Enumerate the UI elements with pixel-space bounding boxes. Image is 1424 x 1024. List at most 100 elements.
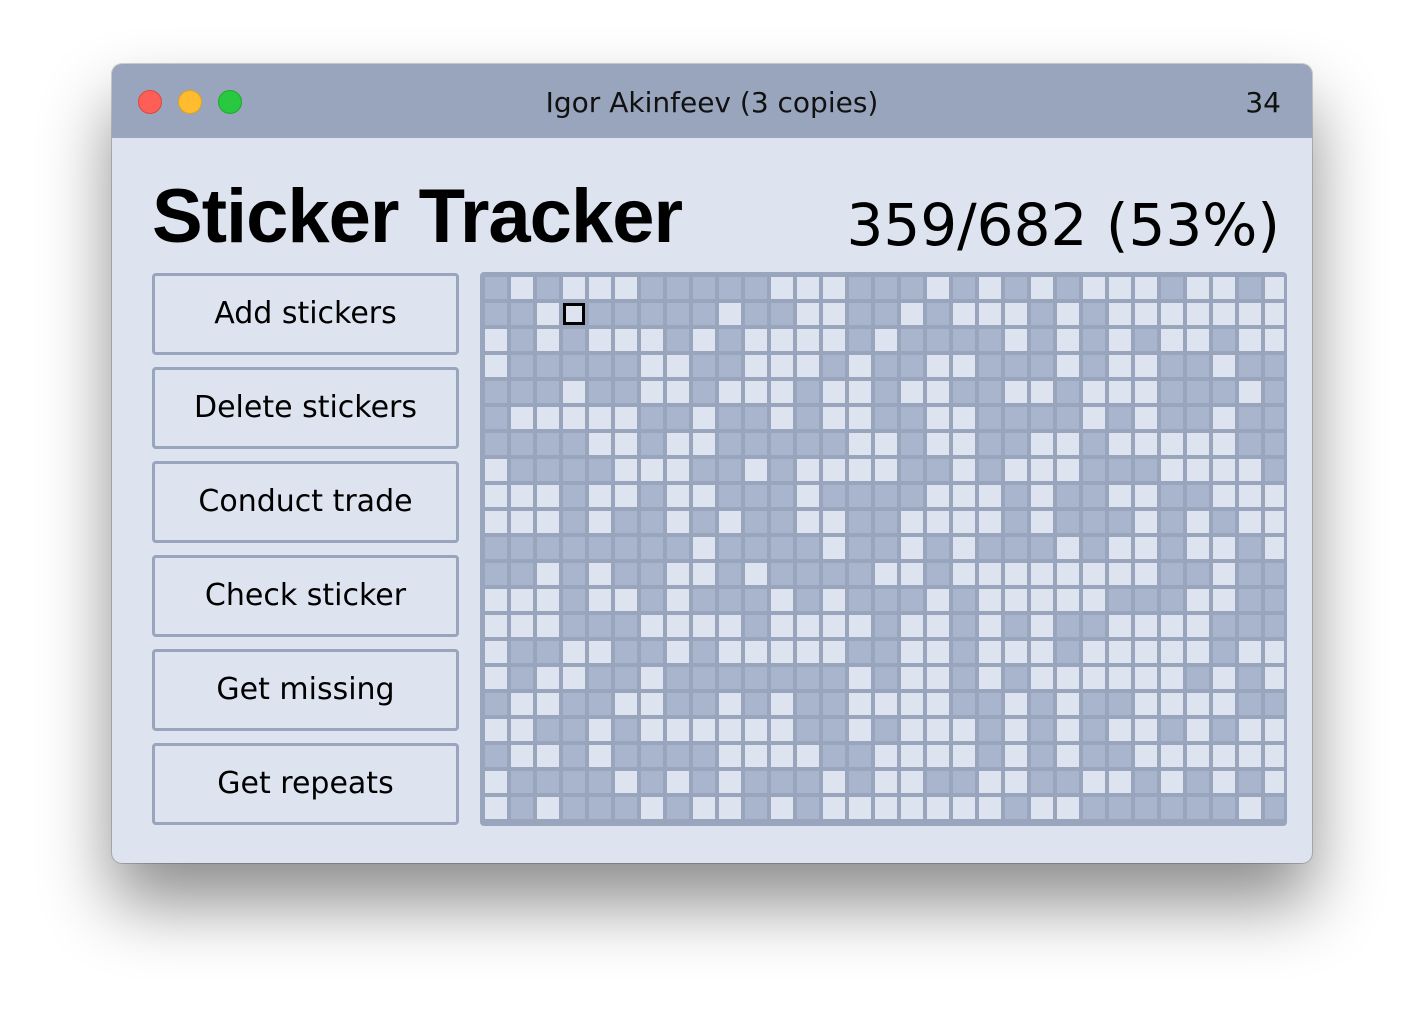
sticker-cell[interactable] <box>563 771 585 793</box>
sticker-cell[interactable] <box>1213 511 1235 533</box>
sticker-cell[interactable] <box>953 329 975 351</box>
sticker-cell[interactable] <box>823 381 845 403</box>
sticker-cell[interactable] <box>1083 563 1105 585</box>
sticker-cell[interactable] <box>1161 797 1183 819</box>
sticker-cell[interactable] <box>615 589 637 611</box>
sticker-cell[interactable] <box>771 589 793 611</box>
sticker-cell[interactable] <box>667 797 689 819</box>
sticker-cell[interactable] <box>745 589 767 611</box>
sticker-cell[interactable] <box>719 797 741 819</box>
sticker-cell[interactable] <box>745 485 767 507</box>
sticker-cell[interactable] <box>511 745 533 767</box>
sticker-cell[interactable] <box>797 641 819 663</box>
sticker-cell[interactable] <box>1109 485 1131 507</box>
sticker-cell[interactable] <box>1239 823 1261 826</box>
sticker-cell[interactable] <box>1135 433 1157 455</box>
sticker-cell[interactable] <box>1213 537 1235 559</box>
sticker-cell[interactable] <box>511 771 533 793</box>
sticker-cell[interactable] <box>1213 459 1235 481</box>
sticker-cell[interactable] <box>979 823 1001 826</box>
sticker-cell[interactable] <box>1213 303 1235 325</box>
sticker-cell[interactable] <box>1031 511 1053 533</box>
sticker-cell[interactable] <box>1005 797 1027 819</box>
sticker-cell[interactable] <box>979 693 1001 715</box>
sticker-cell[interactable] <box>875 355 897 377</box>
sticker-cell[interactable] <box>771 355 793 377</box>
sticker-cell[interactable] <box>927 329 949 351</box>
sticker-cell[interactable] <box>875 433 897 455</box>
sticker-cell[interactable] <box>823 693 845 715</box>
sticker-cell[interactable] <box>875 693 897 715</box>
sticker-cell[interactable] <box>823 485 845 507</box>
sticker-cell[interactable] <box>927 511 949 533</box>
sticker-cell[interactable] <box>771 433 793 455</box>
sticker-cell[interactable] <box>875 823 897 826</box>
sticker-cell[interactable] <box>615 433 637 455</box>
sticker-cell[interactable] <box>1057 589 1079 611</box>
sticker-cell[interactable] <box>537 355 559 377</box>
sticker-cell[interactable] <box>1239 563 1261 585</box>
sticker-cell[interactable] <box>485 329 507 351</box>
sticker-cell[interactable] <box>745 303 767 325</box>
sticker-cell[interactable] <box>1083 745 1105 767</box>
sticker-cell[interactable] <box>953 407 975 429</box>
sticker-cell[interactable] <box>511 563 533 585</box>
sticker-cell[interactable] <box>563 667 585 689</box>
sticker-cell[interactable] <box>1187 641 1209 663</box>
sticker-cell[interactable] <box>875 589 897 611</box>
sticker-cell[interactable] <box>1057 615 1079 637</box>
sticker-cell[interactable] <box>797 537 819 559</box>
sticker-cell[interactable] <box>745 355 767 377</box>
sticker-cell[interactable] <box>719 407 741 429</box>
sticker-cell[interactable] <box>641 277 663 299</box>
sticker-cell[interactable] <box>797 667 819 689</box>
sticker-cell[interactable] <box>563 693 585 715</box>
sticker-cell[interactable] <box>1239 667 1261 689</box>
sticker-cell[interactable] <box>1213 693 1235 715</box>
sticker-cell[interactable] <box>1161 641 1183 663</box>
sticker-cell[interactable] <box>485 823 507 826</box>
sticker-cell[interactable] <box>875 563 897 585</box>
sticker-cell[interactable] <box>719 355 741 377</box>
sticker-cell[interactable] <box>1109 277 1131 299</box>
sticker-cell[interactable] <box>979 381 1001 403</box>
sticker-cell[interactable] <box>485 277 507 299</box>
sticker-cell[interactable] <box>797 589 819 611</box>
sticker-cell[interactable] <box>823 563 845 585</box>
sticker-cell[interactable] <box>1135 485 1157 507</box>
sticker-cell[interactable] <box>849 355 871 377</box>
sticker-cell[interactable] <box>1083 433 1105 455</box>
sticker-cell[interactable] <box>1083 667 1105 689</box>
sticker-cell[interactable] <box>1109 823 1131 826</box>
sticker-cell[interactable] <box>745 797 767 819</box>
sticker-cell[interactable] <box>1135 459 1157 481</box>
sticker-cell[interactable] <box>1213 719 1235 741</box>
sticker-cell[interactable] <box>511 511 533 533</box>
sticker-cell[interactable] <box>667 433 689 455</box>
sticker-cell[interactable] <box>1265 303 1284 325</box>
sticker-cell[interactable] <box>667 355 689 377</box>
sticker-cell[interactable] <box>641 433 663 455</box>
sticker-cell[interactable] <box>823 303 845 325</box>
sticker-cell[interactable] <box>953 693 975 715</box>
sticker-cell[interactable] <box>953 745 975 767</box>
sticker-cell[interactable] <box>771 329 793 351</box>
sticker-cell[interactable] <box>1031 381 1053 403</box>
sticker-cell[interactable] <box>1213 485 1235 507</box>
sticker-cell[interactable] <box>771 771 793 793</box>
sticker-cell[interactable] <box>1239 303 1261 325</box>
sticker-cell[interactable] <box>797 433 819 455</box>
sticker-cell[interactable] <box>589 641 611 663</box>
sticker-cell[interactable] <box>927 459 949 481</box>
sticker-cell[interactable] <box>1083 589 1105 611</box>
sticker-cell[interactable] <box>1213 329 1235 351</box>
sticker-cell[interactable] <box>1161 719 1183 741</box>
sticker-cell[interactable] <box>589 667 611 689</box>
sticker-cell[interactable] <box>901 589 923 611</box>
sticker-cell[interactable] <box>1109 563 1131 585</box>
sticker-cell[interactable] <box>1213 745 1235 767</box>
sticker-cell[interactable] <box>979 771 1001 793</box>
sticker-cell[interactable] <box>485 407 507 429</box>
sticker-cell[interactable] <box>1005 719 1027 741</box>
sticker-cell[interactable] <box>563 615 585 637</box>
